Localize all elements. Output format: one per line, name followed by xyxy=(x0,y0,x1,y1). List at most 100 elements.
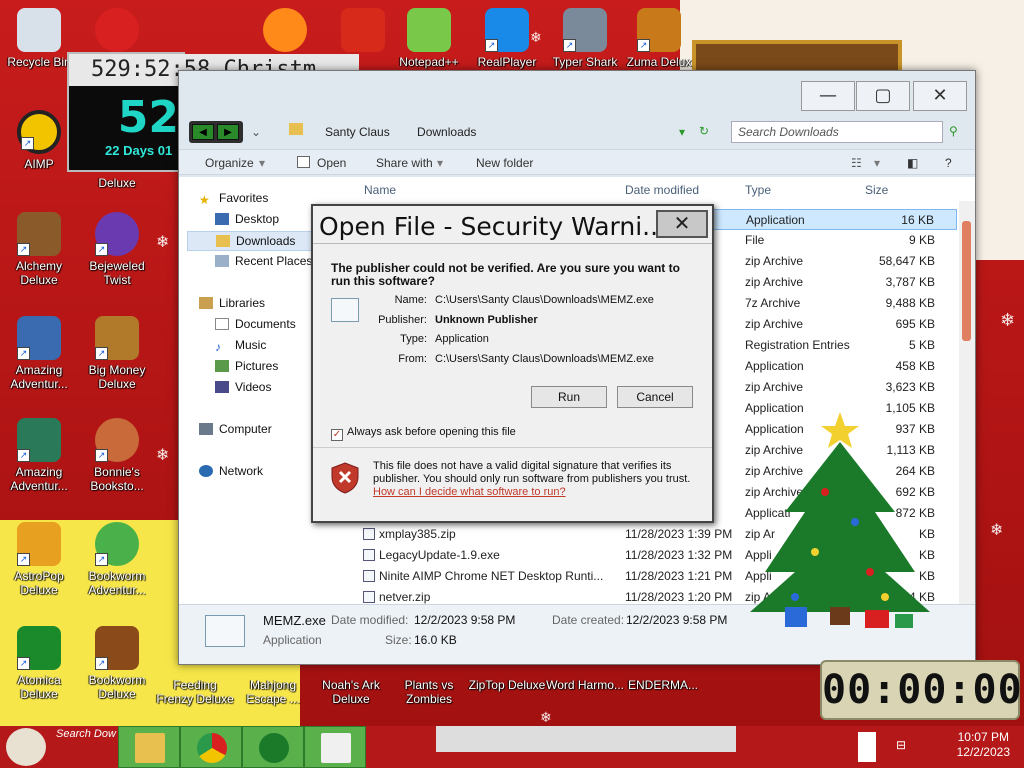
tray-flag-icon[interactable] xyxy=(858,732,876,762)
address-bar[interactable]: ◀ ▶ ⌄ Santy Claus Downloads ▾ ↻ Search D… xyxy=(179,119,975,147)
open-icon xyxy=(297,156,310,168)
desktop-icon-astropop[interactable]: ↗ AstroPop Deluxe xyxy=(0,522,78,597)
always-ask-checkbox[interactable]: ✓ Always ask before opening this file xyxy=(331,426,516,441)
taskbar-security-dialog[interactable] xyxy=(304,726,366,768)
stopwatch-gadget[interactable]: 00:00:00 xyxy=(820,660,1022,720)
aimp-icon: ↗ xyxy=(17,110,61,154)
view-options-icon[interactable]: ☷ xyxy=(851,156,862,170)
help-icon[interactable]: ? xyxy=(945,156,952,170)
shortcut-arrow-icon: ↗ xyxy=(563,39,576,52)
desktop-icon-label: Word Harmo... xyxy=(546,678,624,692)
cancel-button[interactable]: Cancel xyxy=(617,386,693,408)
refresh-icon[interactable]: ↻ xyxy=(699,124,709,138)
nav-computer[interactable]: Computer xyxy=(199,422,272,436)
snowflake-icon: ❄ xyxy=(540,710,552,726)
back-button[interactable]: ◀ xyxy=(192,124,214,140)
desktop-icon-atomica[interactable]: ↗ Atomica Deluxe xyxy=(0,626,78,701)
chevron-down-icon[interactable]: ⌄ xyxy=(251,125,261,139)
taskbar-search-hint[interactable]: Search Dow xyxy=(56,728,116,740)
countdown-gadget[interactable]: 529:52:58 Christm 52 22 Days 01 xyxy=(67,52,359,172)
desktop-icon-feeding-frenzy[interactable]: Feeding Frenzy Deluxe xyxy=(156,678,234,706)
column-header-date[interactable]: Date modified xyxy=(625,183,699,197)
nav-music[interactable]: ♪ Music xyxy=(215,338,266,354)
explorer-titlebar[interactable]: — ▢ ✕ xyxy=(179,71,975,119)
desktop-icon-enderman[interactable]: ENDERMA... xyxy=(624,678,702,692)
nav-libraries[interactable]: Libraries xyxy=(199,296,265,310)
desktop-icon-label: Bookworm Deluxe xyxy=(88,673,146,701)
desktop-icon-big-money[interactable]: ↗ Big Money Deluxe xyxy=(78,316,156,391)
desktop-icon-notepadpp[interactable]: Notepad++ xyxy=(390,8,468,69)
start-button[interactable] xyxy=(6,728,46,766)
dialog-close-button[interactable]: ✕ xyxy=(656,210,708,238)
desktop-icon-bonnies-bookstore[interactable]: ↗ Bonnie's Booksto... xyxy=(78,418,156,493)
desktop-icon-firefox[interactable] xyxy=(246,8,324,55)
taskbar-explorer[interactable] xyxy=(118,726,180,768)
forward-button[interactable]: ▶ xyxy=(217,124,239,140)
close-button[interactable]: ✕ xyxy=(913,81,967,111)
star-icon: ★ xyxy=(199,193,210,207)
maximize-button[interactable]: ▢ xyxy=(856,81,910,111)
share-with-button[interactable]: Share with xyxy=(376,156,433,170)
desktop-icon-bejeweled-twist[interactable]: ↗ Bejeweled Twist xyxy=(78,212,156,287)
desktop-icon-typer-shark[interactable]: ↗ Typer Shark xyxy=(546,8,624,69)
nav-favorites[interactable]: ★ Favorites xyxy=(199,191,268,207)
atomica-icon: ↗ xyxy=(17,626,61,670)
shortcut-arrow-icon: ↗ xyxy=(17,553,30,566)
organize-button[interactable]: Organize xyxy=(205,156,254,170)
dialog-titlebar[interactable]: Open File - Security Warni... ✕ xyxy=(313,206,712,244)
nav-recent-places[interactable]: Recent Places xyxy=(215,254,312,268)
column-header-type[interactable]: Type xyxy=(745,183,771,197)
desktop-icon-realplayer[interactable]: ↗ RealPlayer xyxy=(468,8,546,69)
chevron-down-icon[interactable]: ▾ xyxy=(874,156,880,170)
nav-documents[interactable]: Documents xyxy=(215,317,296,331)
nav-desktop[interactable]: Desktop xyxy=(215,212,279,226)
file-size: 9 KB xyxy=(908,233,935,247)
new-folder-button[interactable]: New folder xyxy=(476,156,533,170)
desktop-icon-mahjong-escape[interactable]: Mahjong Escape ... xyxy=(234,678,312,706)
minimize-button[interactable]: — xyxy=(801,81,855,111)
checkmark-icon[interactable]: ✓ xyxy=(331,429,343,441)
preview-pane-icon[interactable]: ◧ xyxy=(907,156,918,170)
file-date: 11/28/2023 1:21 PM xyxy=(625,569,733,583)
file-type-icon xyxy=(363,549,375,561)
network-tray-icon[interactable]: ⊟ xyxy=(896,738,906,752)
breadcrumb-item[interactable]: Santy Claus xyxy=(325,125,390,139)
file-name: LegacyUpdate-1.9.exe xyxy=(379,548,500,562)
desktop-icon-amazing-adventures-2[interactable]: ↗ Amazing Adventur... xyxy=(0,418,78,493)
search-input[interactable]: Search Downloads xyxy=(731,121,943,143)
system-clock[interactable]: 10:07 PM 12/2/2023 xyxy=(957,730,1010,760)
nav-videos[interactable]: Videos xyxy=(215,380,271,394)
column-header-size[interactable]: Size xyxy=(865,183,888,197)
run-button[interactable]: Run xyxy=(531,386,607,408)
desktop-icon-word-harmony[interactable]: Word Harmo... xyxy=(546,678,624,692)
chrome-icon xyxy=(197,733,227,763)
nav-network[interactable]: Network xyxy=(199,464,263,478)
dropdown-arrow-icon[interactable]: ▾ xyxy=(679,125,685,139)
vertical-scrollbar[interactable] xyxy=(959,201,975,604)
scrollbar-thumb[interactable] xyxy=(962,221,971,341)
file-type-icon xyxy=(363,570,375,582)
taskbar-christmas-tree[interactable] xyxy=(242,726,304,768)
nav-pictures[interactable]: Pictures xyxy=(215,359,278,373)
snowflake-icon: ❄ xyxy=(1000,310,1016,331)
field-value: Application xyxy=(435,333,489,345)
open-button[interactable]: Open xyxy=(317,156,346,170)
breadcrumb-item[interactable]: Downloads xyxy=(417,125,476,139)
desktop-icon-noahs-ark[interactable]: Noah's Ark Deluxe xyxy=(312,678,390,706)
desktop-icon-zuma-deluxe[interactable]: ↗ Zuma Delux xyxy=(620,8,698,69)
desktop-icon-bookworm-deluxe[interactable]: ↗ Bookworm Deluxe xyxy=(78,626,156,701)
desktop-icon-plants-vs-zombies[interactable]: Plants vs Zombies xyxy=(390,678,468,706)
desktop-icon-bookworm-adventures[interactable]: ↗ Bookworm Adventur... xyxy=(78,522,156,597)
breadcrumb[interactable]: Santy Claus Downloads xyxy=(325,125,500,139)
desktop-icon-label: RealPlayer xyxy=(477,55,537,69)
desktop-icon-deluxe[interactable]: Deluxe xyxy=(78,176,156,190)
column-header-name[interactable]: Name xyxy=(364,183,396,197)
search-icon[interactable]: ⚲ xyxy=(949,124,958,138)
security-warning-dialog[interactable]: Open File - Security Warni... ✕ The publ… xyxy=(311,204,714,523)
taskbar-chrome[interactable] xyxy=(180,726,242,768)
help-link[interactable]: How can I decide what software to run? xyxy=(373,486,566,498)
desktop-icon-ziptop[interactable]: ZipTop Deluxe xyxy=(468,678,546,692)
desktop-icon-alchemy-deluxe[interactable]: ↗ Alchemy Deluxe xyxy=(0,212,78,287)
desktop-icon-game-2[interactable] xyxy=(78,8,156,55)
desktop-icon-amazing-adventures-1[interactable]: ↗ Amazing Adventur... xyxy=(0,316,78,391)
